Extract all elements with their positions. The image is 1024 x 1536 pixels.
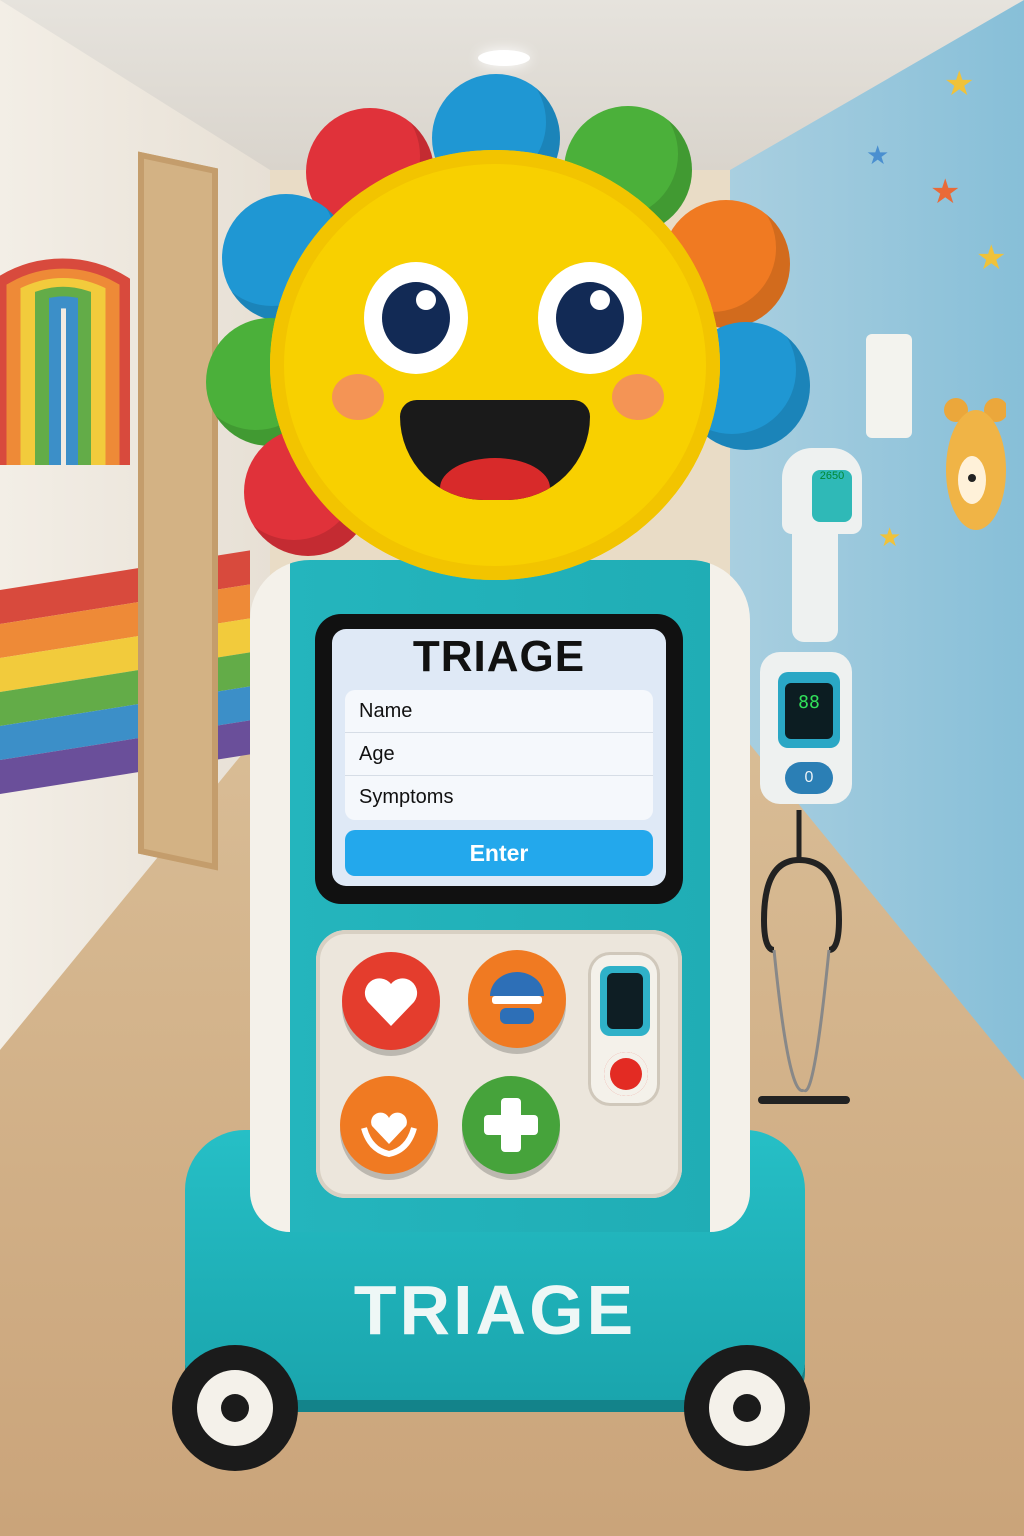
- rainbow-mural: [0, 258, 130, 465]
- symptoms-field[interactable]: Symptoms: [345, 776, 653, 819]
- wheel-left: [172, 1345, 298, 1471]
- heart-button[interactable]: [342, 952, 440, 1050]
- plus-button[interactable]: [462, 1076, 560, 1174]
- screen-title: TRIAGE: [412, 632, 586, 681]
- door: [138, 151, 218, 871]
- cheek-right: [612, 374, 664, 420]
- eye-left: [364, 262, 468, 374]
- base-label: TRIAGE: [353, 1271, 637, 1349]
- heart-hands-icon: [361, 1112, 417, 1158]
- mini-monitor-display: [607, 973, 643, 1029]
- star-decoration: ★: [866, 140, 890, 170]
- ceiling-light: [478, 50, 530, 66]
- helmet-icon: [490, 972, 544, 1024]
- thermometer-display: 2650: [812, 470, 852, 522]
- oximeter-display: 88: [785, 683, 833, 739]
- eye-right: [538, 262, 642, 374]
- heart-hands-button[interactable]: [340, 1076, 438, 1174]
- name-field[interactable]: Name: [345, 690, 653, 733]
- thermometer-reading: 2650: [819, 470, 845, 482]
- star-decoration: ★: [878, 522, 902, 552]
- mini-monitor-red-button[interactable]: [604, 1052, 648, 1096]
- age-field[interactable]: Age: [345, 733, 653, 776]
- heart-icon: [364, 978, 418, 1026]
- star-decoration: ★: [944, 65, 975, 103]
- plus-icon: [484, 1098, 538, 1152]
- wheel-right: [684, 1345, 810, 1471]
- helmet-button[interactable]: [468, 950, 566, 1048]
- triage-form: Name Age Symptoms: [345, 690, 653, 820]
- oximeter-button[interactable]: 0: [785, 762, 833, 794]
- enter-button[interactable]: Enter: [345, 830, 653, 876]
- stethoscope[interactable]: [744, 800, 864, 1120]
- thermometer-handle[interactable]: [792, 520, 838, 642]
- smiley-face: [270, 150, 720, 580]
- wall-dispenser: [866, 334, 912, 438]
- star-decoration: ★: [976, 239, 1007, 277]
- cheek-left: [332, 374, 384, 420]
- star-decoration: ★: [930, 173, 961, 211]
- bear-decoration: [944, 398, 1006, 530]
